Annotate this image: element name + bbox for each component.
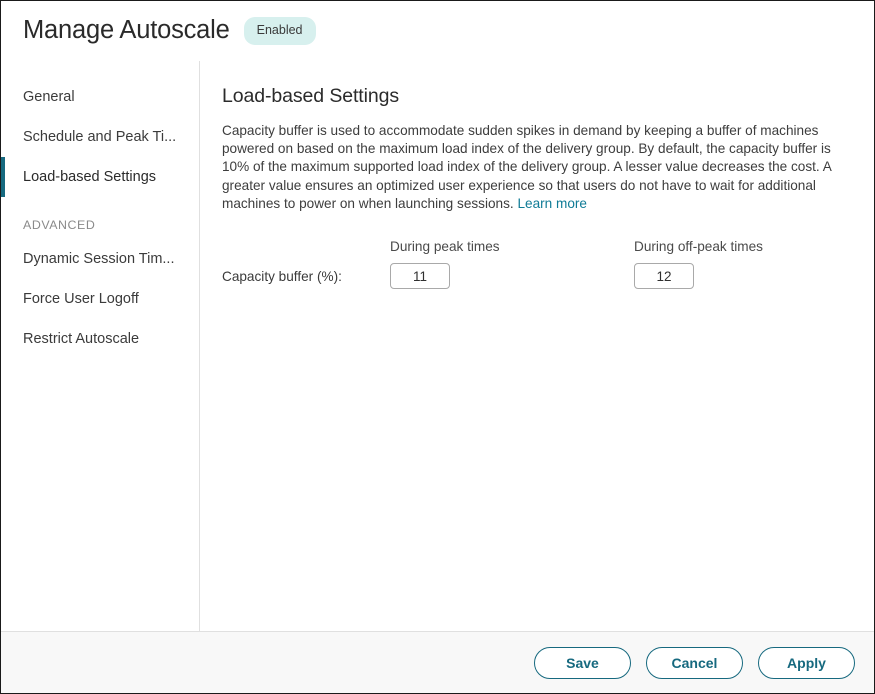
- panel-title: Load-based Settings: [222, 85, 854, 108]
- sidebar-item-label: Dynamic Session Tim...: [23, 251, 175, 267]
- sidebar-item-dynamic-session-timeout[interactable]: Dynamic Session Tim...: [1, 239, 199, 279]
- window-footer: Save Cancel Apply: [1, 631, 874, 693]
- capacity-buffer-peak-input[interactable]: [390, 263, 450, 289]
- sidebar-item-restrict-autoscale[interactable]: Restrict Autoscale: [1, 319, 199, 359]
- peak-input-cell: [390, 263, 634, 289]
- manage-autoscale-window: Manage Autoscale Enabled General Schedul…: [0, 0, 875, 694]
- sidebar-item-label: Load-based Settings: [23, 169, 156, 185]
- sidebar-item-schedule-and-peak-times[interactable]: Schedule and Peak Ti...: [1, 117, 199, 157]
- column-header-peak: During peak times: [390, 239, 634, 263]
- capacity-buffer-label: Capacity buffer (%):: [222, 269, 390, 284]
- cancel-button[interactable]: Cancel: [646, 647, 743, 679]
- sidebar-item-load-based-settings[interactable]: Load-based Settings: [1, 157, 199, 197]
- sidebar-item-label: Schedule and Peak Ti...: [23, 129, 176, 145]
- sidebar-item-label: Restrict Autoscale: [23, 331, 139, 347]
- column-header-offpeak: During off-peak times: [634, 239, 854, 263]
- learn-more-link[interactable]: Learn more: [517, 196, 587, 211]
- sidebar-item-general[interactable]: General: [1, 77, 199, 117]
- apply-button[interactable]: Apply: [758, 647, 855, 679]
- offpeak-input-cell: [634, 263, 854, 289]
- sidebar-item-label: Force User Logoff: [23, 291, 139, 307]
- window-header: Manage Autoscale Enabled: [1, 1, 874, 61]
- page-title: Manage Autoscale: [23, 18, 230, 44]
- settings-sidebar: General Schedule and Peak Ti... Load-bas…: [1, 61, 200, 631]
- capacity-buffer-offpeak-input[interactable]: [634, 263, 694, 289]
- save-button[interactable]: Save: [534, 647, 631, 679]
- capacity-buffer-form: During peak times During off-peak times …: [222, 239, 854, 289]
- sidebar-item-label: General: [23, 89, 75, 105]
- window-body: General Schedule and Peak Ti... Load-bas…: [1, 61, 874, 631]
- status-badge: Enabled: [244, 17, 316, 45]
- settings-main-panel: Load-based Settings Capacity buffer is u…: [200, 61, 874, 631]
- sidebar-item-force-user-logoff[interactable]: Force User Logoff: [1, 279, 199, 319]
- panel-description: Capacity buffer is used to accommodate s…: [222, 122, 854, 213]
- sidebar-section-advanced: ADVANCED: [1, 197, 199, 239]
